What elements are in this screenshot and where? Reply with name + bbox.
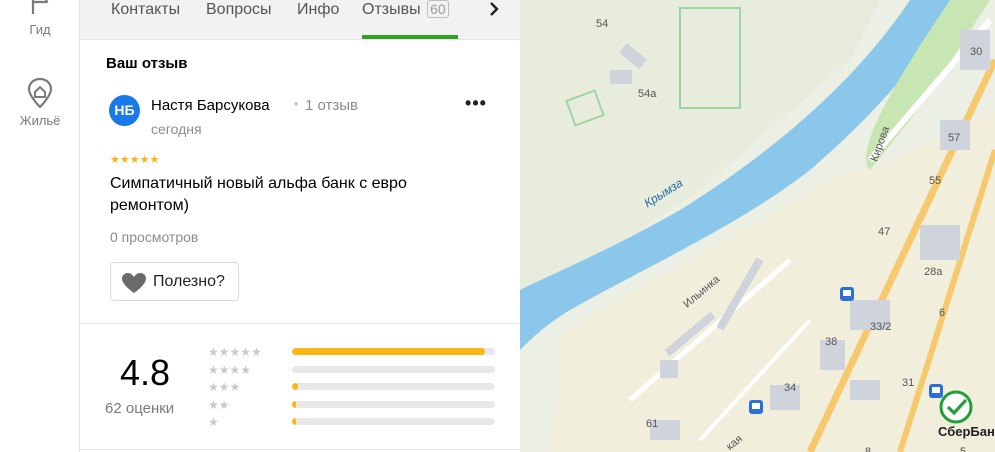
rating-value: 4.8 — [120, 352, 171, 393]
tab-reviews-count: 60 — [427, 0, 449, 18]
app-root: Гид Жильё Контакты Вопросы Инфо Отзывы 6… — [0, 0, 995, 452]
rating-row-bar — [292, 401, 495, 408]
bus-stop-icon[interactable] — [840, 287, 854, 301]
flag-icon — [31, 0, 49, 14]
rating-row-bar — [292, 366, 495, 373]
tab-reviews[interactable]: Отзывы 60 — [362, 0, 449, 20]
author-reviews-count[interactable]: 1 отзыв — [305, 97, 358, 114]
rating-row-stars: ★★★★ — [208, 363, 252, 377]
rating-row-fill — [292, 383, 299, 390]
map-label-house: 8 — [865, 446, 872, 452]
rail-item-label: Гид — [29, 22, 51, 37]
map-label-house: 54 — [596, 18, 609, 30]
rating-row-fill — [292, 418, 297, 425]
rating-row-stars: ★★ — [208, 398, 230, 412]
map-label-house: 57 — [948, 132, 961, 144]
rating-row-bar — [292, 383, 495, 390]
sberbank-logo-icon[interactable] — [936, 389, 976, 425]
map-canvas[interactable] — [520, 0, 995, 452]
more-options-button[interactable]: ••• — [465, 94, 487, 118]
active-tab-indicator — [362, 35, 458, 39]
avatar[interactable]: НБ — [109, 95, 140, 126]
useful-button[interactable]: Полезно? — [110, 262, 239, 301]
ratings-count: 62 оценки — [105, 400, 175, 417]
divider — [80, 323, 520, 324]
map-label-house: 47 — [878, 226, 891, 238]
org-panel: Контакты Вопросы Инфо Отзывы 60 Ваш отзы… — [80, 0, 520, 452]
tab-bar: Контакты Вопросы Инфо Отзывы 60 — [80, 0, 520, 40]
separator-dot: • — [294, 97, 299, 111]
left-rail: Гид Жильё — [0, 0, 80, 452]
tab-questions[interactable]: Вопросы — [206, 0, 272, 20]
rating-row-fill — [292, 401, 297, 408]
chevron-right-icon[interactable] — [484, 1, 504, 19]
divider — [80, 449, 520, 450]
map-label-house: 55 — [929, 175, 942, 187]
useful-button-label: Полезно? — [153, 273, 225, 290]
rail-item-label: Жильё — [19, 113, 61, 128]
map-label-house: 38 — [825, 336, 838, 348]
review-author[interactable]: Настя Барсукова — [151, 97, 270, 114]
rating-row-stars: ★★★★★ — [208, 345, 262, 359]
house-pin-icon — [27, 77, 53, 109]
tab-reviews-label: Отзывы — [362, 1, 421, 18]
sberbank-label[interactable]: СберБанк — [938, 424, 995, 439]
map-view[interactable]: 54 54а 30 57 55 47 28а 33/2 6 38 31 34 6… — [520, 0, 995, 452]
map-label-house: 5 — [960, 446, 967, 452]
section-title: Ваш отзыв — [106, 55, 188, 72]
review-views: 0 просмотров — [110, 229, 199, 245]
tab-contacts[interactable]: Контакты — [111, 0, 180, 20]
map-label-house: 33/2 — [870, 321, 892, 333]
review-date: сегодня — [151, 121, 202, 137]
rating-row-stars: ★ — [208, 415, 219, 429]
map-label-house: 61 — [646, 418, 659, 430]
rating-row-bar — [292, 418, 495, 425]
map-label-house: 30 — [970, 46, 983, 58]
rating-row-fill — [292, 348, 485, 355]
rating-row-bar — [292, 348, 495, 355]
map-label-house: 28а — [924, 266, 943, 278]
map-label-house: 54а — [638, 88, 657, 100]
map-label-house: 6 — [939, 307, 946, 319]
map-label-house: 31 — [902, 377, 915, 389]
map-label-house: 34 — [784, 382, 797, 394]
review-text: Симпатичный новый альфа банк с евро ремо… — [110, 175, 407, 214]
tab-info[interactable]: Инфо — [297, 0, 339, 20]
review-stars: ★★★★★ — [110, 154, 160, 166]
rating-row-stars: ★★★ — [208, 380, 241, 394]
heart-icon — [122, 273, 146, 293]
bus-stop-icon[interactable] — [749, 400, 763, 414]
rail-item-guide[interactable]: Гид — [0, 0, 80, 37]
rail-item-housing[interactable]: Жильё — [0, 76, 80, 128]
